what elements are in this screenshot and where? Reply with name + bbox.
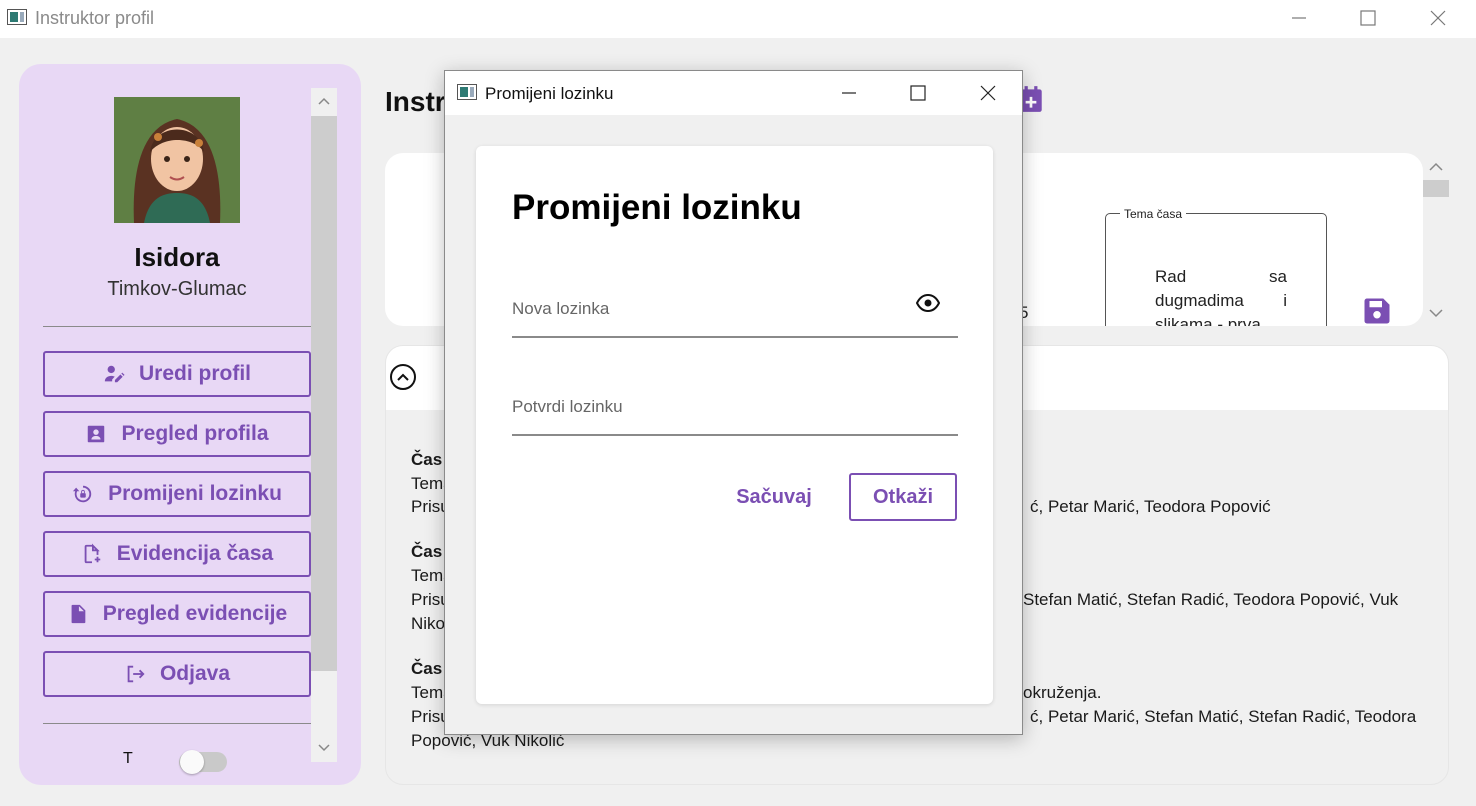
edit-profile-label: Uredi profil [138,362,251,385]
lesson-attendees-value: ć, Petar Marić, Stefan Matić, Stefan Rad… [1030,707,1417,726]
show-password-icon[interactable] [915,293,941,317]
maximize-icon [1360,10,1376,26]
save-button[interactable]: Sačuvaj [719,473,829,521]
sidebar-scroll-thumb[interactable] [311,116,337,671]
avatar [114,97,240,223]
lock-reset-icon [72,485,92,503]
close-icon [1430,10,1446,26]
lesson-attendees-value: Stefan Matić, Stefan Radić, Teodora Popo… [1023,590,1399,609]
dialog-minimize-button[interactable] [826,75,872,111]
lesson-record-label: Evidencija časa [116,542,274,565]
sidebar: Isidora Timkov-Glumac Uredi profil Pregl… [19,64,361,785]
page-title: Instr [385,86,446,117]
profile-first-name: Isidora [134,242,220,272]
dialog-maximize-button[interactable] [895,75,941,111]
dialog-heading: Promijeni lozinku [512,188,802,227]
save-icon[interactable] [1362,296,1392,326]
chevron-up-icon [397,373,409,381]
lesson-attendees-value-cont: Niko [411,614,446,633]
app-icon [7,9,27,25]
change-password-button[interactable]: Promijeni lozinku [43,471,311,517]
change-password-label: Promijeni lozinku [108,482,282,505]
logout-icon [127,665,145,683]
avatar-portrait-icon [114,97,240,223]
new-password-field[interactable]: Nova lozinka [512,299,609,319]
dialog-app-icon [457,84,477,100]
lesson-time-label: Čas [411,659,443,678]
minimize-button[interactable] [1276,0,1322,36]
dialog-titlebar: Promijeni lozinku [445,71,1022,115]
lesson-topic-value: okruženja. [1023,683,1102,702]
profile-last-name: Timkov-Glumac [107,278,247,300]
theme-label: T [123,750,133,767]
new-password-underline [512,336,958,338]
edit-user-icon [104,365,125,383]
minimize-icon [1292,17,1306,19]
dialog-close-button[interactable] [965,75,1011,111]
profile-card-icon [88,425,105,443]
dialog-window-title: Promijeni lozinku [485,84,614,103]
lesson-attendees-value: ć, Petar Marić, Teodora Popović [1030,497,1271,516]
content-scroll-up-icon[interactable] [1424,158,1448,179]
scroll-down-icon[interactable] [317,741,331,759]
confirm-password-underline [512,434,958,436]
close-icon [980,85,996,101]
minimize-icon [842,92,856,94]
maximize-button[interactable] [1345,0,1391,36]
divider [43,326,311,327]
confirm-password-field[interactable]: Potvrdi lozinku [512,397,623,417]
document-add-icon [84,543,101,564]
logout-button[interactable]: Odjava [43,651,311,697]
divider [43,723,311,724]
edit-profile-button[interactable]: Uredi profil [43,351,311,397]
content-scroll-down-icon[interactable] [1424,306,1448,327]
lesson-topic-label: Tema časa [1120,207,1187,221]
view-profile-button[interactable]: Pregled profila [43,411,311,457]
lesson-time-label: Čas [411,542,443,561]
lesson-time-label: Čas [411,450,443,469]
cancel-button[interactable]: Otkaži [849,473,957,521]
window-titlebar: Instruktor profil [0,0,1476,38]
lesson-topic-value: Rad sa dugmadima i slikama - prva [1155,267,1287,326]
records-overview-label: Pregled evidencije [102,602,288,625]
document-icon [71,604,86,624]
scroll-up-icon[interactable] [317,94,331,112]
view-profile-label: Pregled profila [121,422,269,445]
change-password-dialog: Promijeni lozinku Promijeni lozinku Nova… [444,70,1023,735]
close-button[interactable] [1415,0,1461,36]
logout-label: Odjava [159,662,231,685]
maximize-icon [910,85,926,101]
lesson-record-button[interactable]: Evidencija časa [43,531,311,577]
window-title: Instruktor profil [35,8,155,28]
change-password-form: Promijeni lozinku Nova lozinka Potvrdi l… [476,146,993,704]
collapse-button[interactable] [390,364,416,390]
theme-toggle-knob[interactable] [180,750,204,774]
records-overview-button[interactable]: Pregled evidencije [43,591,311,637]
content-scroll-thumb[interactable] [1423,180,1449,197]
